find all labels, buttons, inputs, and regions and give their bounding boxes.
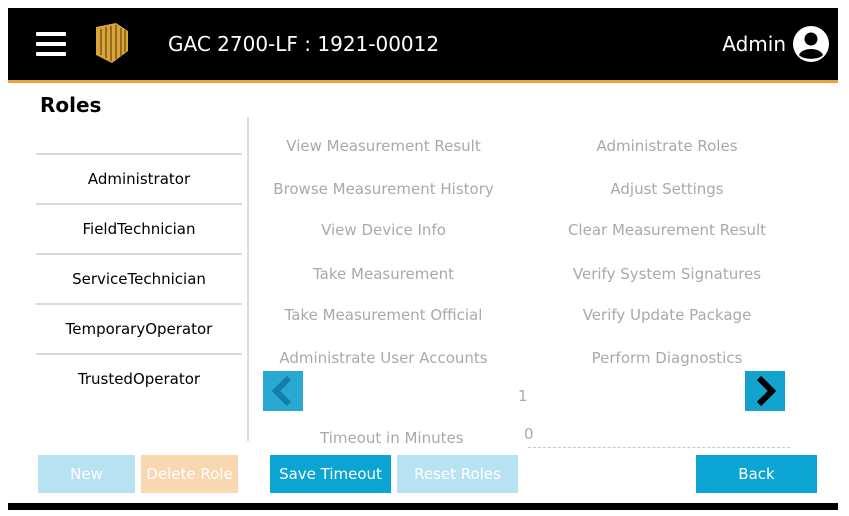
role-item-trusted-operator[interactable]: TrustedOperator <box>36 353 242 403</box>
permission-item: View Measurement Result <box>286 137 481 155</box>
next-page-button[interactable] <box>745 371 785 411</box>
chevron-left-icon <box>271 375 292 407</box>
main-content: Roles Administrator FieldTechnician Serv… <box>8 83 838 503</box>
permission-item: Clear Measurement Result <box>567 221 767 239</box>
permission-item: View Device Info <box>321 221 446 239</box>
page-number: 1 <box>518 387 528 405</box>
permission-item: Browse Measurement History <box>273 180 494 198</box>
permission-item: Verify System Signatures <box>572 265 762 283</box>
hamburger-menu-icon[interactable] <box>36 32 66 56</box>
timeout-label: Timeout in Minutes <box>320 429 464 447</box>
permission-item: Verify Update Package <box>582 306 752 324</box>
user-account-icon[interactable] <box>792 25 830 63</box>
save-timeout-button[interactable]: Save Timeout <box>270 455 391 493</box>
permission-item: Take Measurement Official <box>284 306 483 324</box>
device-title: GAC 2700-LF : 1921-00012 <box>168 32 440 56</box>
new-role-button[interactable]: New <box>38 455 135 493</box>
timeout-input[interactable]: 0 <box>524 425 534 443</box>
role-list: Administrator FieldTechnician ServiceTec… <box>36 153 242 403</box>
role-item-temporary-operator[interactable]: TemporaryOperator <box>36 303 242 353</box>
permission-item: Administrate Roles <box>596 137 738 155</box>
role-item-service-technician[interactable]: ServiceTechnician <box>36 253 242 303</box>
page-title: Roles <box>40 93 102 117</box>
permission-item: Take Measurement <box>313 265 454 283</box>
permission-item: Administrate User Accounts <box>279 349 488 367</box>
top-bar: GAC 2700-LF : 1921-00012 Admin <box>8 8 838 80</box>
company-logo-icon <box>96 23 128 63</box>
back-button[interactable]: Back <box>696 455 817 493</box>
reset-roles-button[interactable]: Reset Roles <box>397 455 518 493</box>
role-item-field-technician[interactable]: FieldTechnician <box>36 203 242 253</box>
user-name[interactable]: Admin <box>722 32 786 56</box>
role-item-administrator[interactable]: Administrator <box>36 153 242 203</box>
timeout-input-underline <box>528 447 790 448</box>
permission-item: Adjust Settings <box>610 180 724 198</box>
permission-item: Perform Diagnostics <box>591 349 743 367</box>
previous-page-button[interactable] <box>263 371 303 411</box>
app-window: GAC 2700-LF : 1921-00012 Admin Roles Adm… <box>8 8 838 510</box>
delete-role-button[interactable]: Delete Role <box>141 455 238 493</box>
chevron-right-icon <box>756 375 777 407</box>
vertical-divider <box>247 117 249 441</box>
